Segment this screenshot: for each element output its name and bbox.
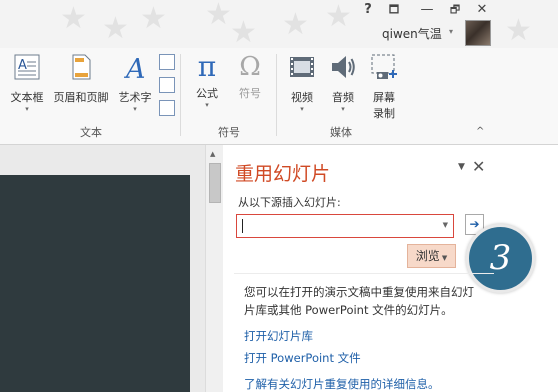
pane-description: 您可以在打开的演示文稿中重复使用来自幻灯片库或其他 PowerPoint 文件的…: [244, 285, 474, 317]
close-button[interactable]: ✕: [470, 1, 494, 19]
header-footer-button[interactable]: 页眉和页脚: [50, 52, 112, 105]
equation-label: 公式: [196, 87, 218, 100]
scrollbar-thumb[interactable]: [209, 163, 221, 203]
symbol-button[interactable]: Ω 符号: [232, 52, 268, 101]
open-powerpoint-file-link[interactable]: 打开 PowerPoint 文件: [244, 350, 361, 366]
insert-source-label: 从以下源插入幻灯片:: [238, 196, 341, 209]
learn-more-link[interactable]: 了解有关幻灯片重复使用的详细信息。: [244, 376, 440, 392]
pane-options-icon[interactable]: ▼: [458, 162, 465, 172]
minimize-button[interactable]: —: [415, 1, 439, 19]
background-star-decor: ★: [282, 7, 309, 42]
chevron-down-icon: ▾: [25, 105, 29, 113]
pane-title: 重用幻灯片: [235, 163, 331, 185]
date-time-button[interactable]: [159, 54, 175, 70]
reuse-slides-pane: 重用幻灯片 ▼ ✕ 从以下源插入幻灯片: ▼ ➔ 浏览 ▼ 3 您可以在打开的演示…: [223, 145, 558, 392]
background-star-decor: ★: [60, 1, 87, 36]
slide-number-button[interactable]: [159, 77, 175, 93]
symbols-group-label: 符号: [218, 126, 240, 139]
user-account-name[interactable]: qiwen气温: [382, 25, 442, 42]
pane-divider: [234, 273, 494, 274]
ribbon-insert-tab: A 文本框 ▾ 页眉和页脚 A 艺术字 ▾ 文本 π 公式 ▾ Ω 符号 符号 …: [0, 48, 558, 145]
ribbon-display-options-button[interactable]: 🗖: [382, 1, 406, 19]
audio-button[interactable]: 音频 ▾: [325, 52, 361, 113]
background-star-decor: ★: [140, 1, 167, 36]
background-star-decor: ★: [325, 0, 352, 34]
chevron-down-icon: ▾: [133, 105, 137, 113]
background-star-decor: ★: [505, 13, 532, 48]
vertical-scrollbar[interactable]: ▲: [205, 145, 224, 392]
screen-recording-button[interactable]: 屏幕 录制: [366, 52, 402, 121]
equation-button[interactable]: π 公式 ▾: [189, 50, 225, 110]
screen-recording-label-line2: 录制: [373, 107, 395, 120]
text-group-label: 文本: [80, 126, 102, 139]
chevron-down-icon: ▼: [441, 254, 448, 262]
pane-close-icon[interactable]: ✕: [472, 157, 485, 176]
open-slide-library-link[interactable]: 打开幻灯片库: [244, 328, 313, 344]
video-label: 视频: [291, 91, 313, 104]
wordart-label: 艺术字: [118, 91, 152, 104]
media-group-label: 媒体: [330, 126, 352, 139]
chevron-down-icon[interactable]: ▼: [443, 221, 448, 229]
scroll-up-icon[interactable]: ▲: [210, 150, 215, 158]
group-divider: [276, 54, 277, 136]
video-button[interactable]: 视频 ▾: [284, 52, 320, 113]
step-number: 3: [489, 238, 512, 278]
background-star-decor: ★: [205, 0, 232, 32]
background-star-decor: ★: [230, 15, 257, 48]
symbol-label: 符号: [239, 87, 261, 100]
help-button[interactable]: ?: [356, 1, 380, 19]
chevron-down-icon: ▾: [205, 101, 209, 109]
screen-recording-icon: [371, 54, 397, 79]
textbox-button[interactable]: A 文本框 ▾: [7, 52, 47, 113]
browse-label: 浏览: [415, 249, 440, 263]
textbox-icon: A: [14, 54, 40, 80]
header-footer-label: 页眉和页脚: [53, 91, 109, 104]
user-account-caret-icon[interactable]: ▾: [449, 27, 453, 36]
wordart-button[interactable]: A 艺术字 ▾: [114, 52, 156, 113]
omega-icon: Ω: [239, 52, 261, 82]
textbox-label: 文本框: [10, 91, 44, 104]
browse-button[interactable]: 浏览 ▼: [407, 244, 456, 268]
title-bar: ★ ★ ★ ★ ★ ★ ★ ★ ? 🗖 — 🗗 ✕ qiwen气温 ▾: [0, 0, 558, 48]
collapse-ribbon-icon[interactable]: ^: [476, 126, 484, 137]
restore-button[interactable]: 🗗: [443, 1, 467, 19]
chevron-down-icon: ▾: [300, 105, 304, 113]
video-icon: [290, 57, 314, 77]
audio-label: 音频: [332, 91, 354, 104]
object-button[interactable]: [159, 100, 175, 116]
chevron-down-icon: ▾: [341, 105, 345, 113]
screen-recording-label-line1: 屏幕: [373, 91, 395, 104]
header-footer-icon: [72, 54, 91, 80]
svg-text:A: A: [123, 54, 146, 82]
slide-editing-area: [0, 145, 205, 392]
speaker-icon: [332, 56, 355, 78]
current-slide[interactable]: [0, 175, 190, 392]
user-avatar[interactable]: [465, 20, 491, 46]
pi-icon: π: [197, 50, 217, 83]
slide-source-combobox[interactable]: ▼: [236, 214, 454, 238]
text-cursor: [242, 219, 243, 233]
background-star-decor: ★: [102, 11, 129, 46]
wordart-icon: A: [123, 54, 146, 85]
group-divider: [180, 54, 181, 136]
